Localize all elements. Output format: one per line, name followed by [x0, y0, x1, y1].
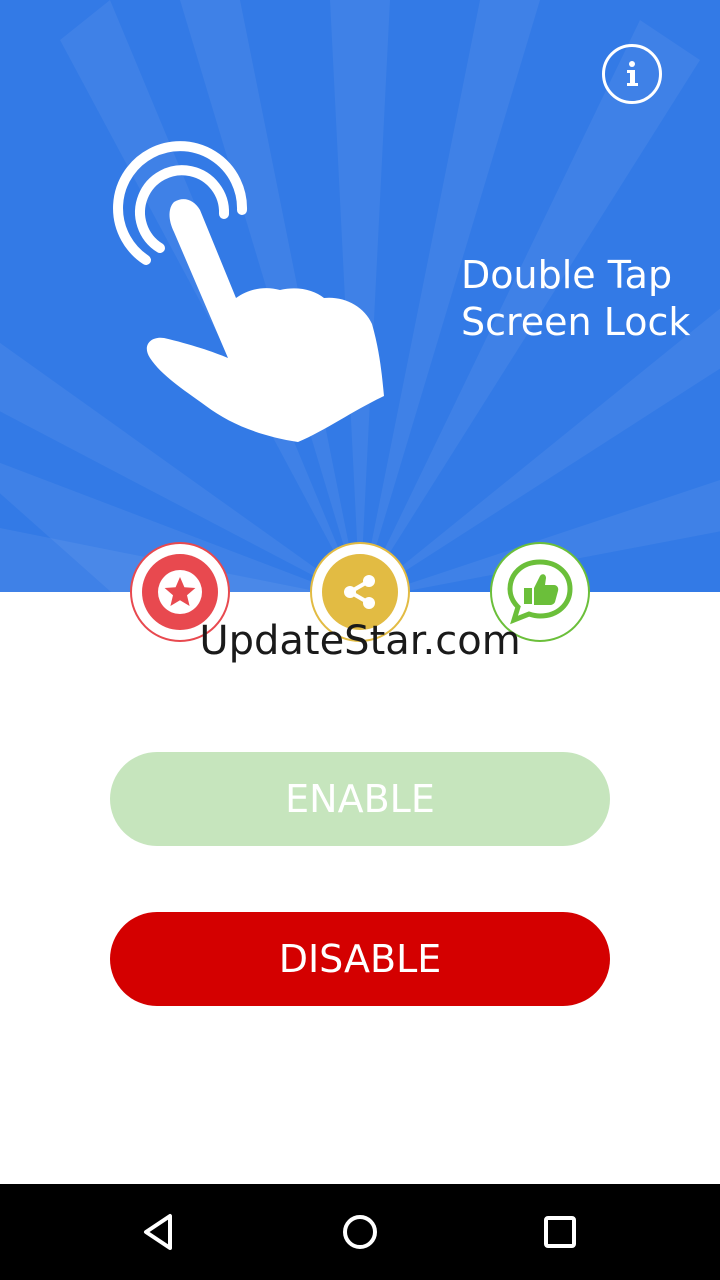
watermark-text: UpdateStar.com: [199, 618, 521, 664]
app-title: Double Tap Screen Lock: [461, 252, 716, 346]
nav-home-button[interactable]: [332, 1204, 388, 1260]
nav-recents-button[interactable]: [532, 1204, 588, 1260]
hero-banner: Double Tap Screen Lock: [0, 0, 720, 592]
enable-button[interactable]: ENABLE: [110, 752, 610, 846]
recents-icon: [544, 1216, 576, 1248]
share-icon: [344, 575, 375, 609]
double-tap-hand-icon: [113, 141, 384, 442]
disable-button[interactable]: DISABLE: [110, 912, 610, 1006]
star-icon: [158, 570, 202, 614]
home-icon: [343, 1215, 377, 1249]
info-icon: [627, 61, 638, 86]
info-button[interactable]: [602, 44, 662, 104]
app-title-line1: Double Tap: [461, 253, 673, 297]
app-title-line2: Screen Lock: [461, 300, 691, 344]
nav-back-button[interactable]: [132, 1204, 188, 1260]
navigation-bar: [0, 1184, 720, 1280]
back-icon: [144, 1214, 172, 1250]
